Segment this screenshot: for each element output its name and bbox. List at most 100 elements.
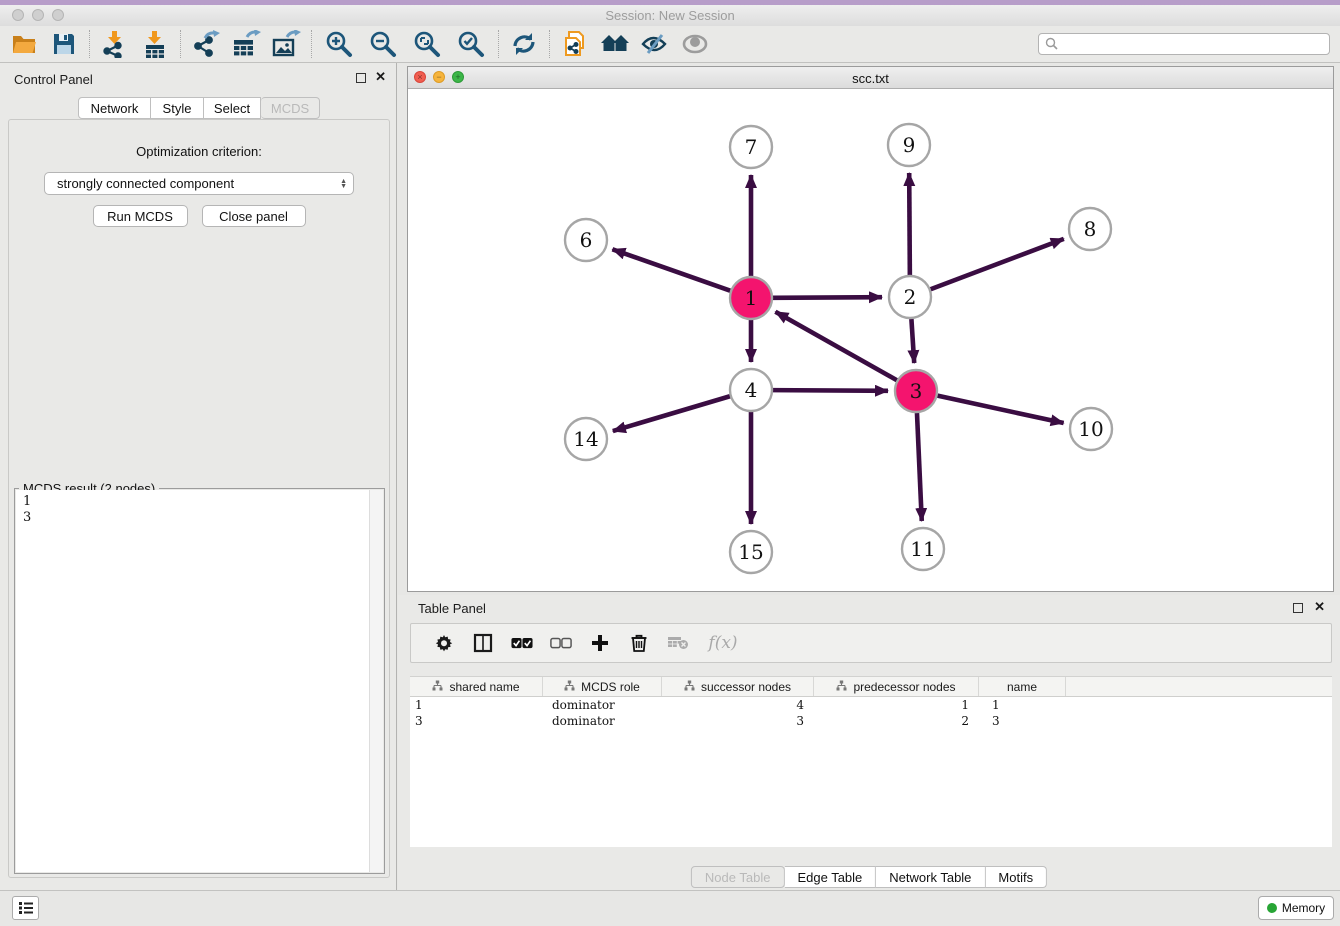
node-label: 2 [904, 285, 917, 309]
tab-network[interactable]: Network [78, 97, 151, 119]
toolbar-divider [89, 30, 90, 58]
edge-1-to-6[interactable] [612, 249, 730, 290]
close-panel-button[interactable]: Close panel [202, 205, 306, 227]
table-cell[interactable]: 3 [979, 713, 1066, 729]
network-graph[interactable]: 7 9 6 8 1 2 4 3 14 10 15 11 [408, 89, 1333, 591]
tab-node-table[interactable]: Node Table [691, 866, 785, 888]
toolbar-search [1038, 33, 1330, 55]
search-input[interactable] [1038, 33, 1330, 55]
apply-layout-icon[interactable] [504, 28, 544, 60]
tab-style[interactable]: Style [151, 97, 204, 119]
graph-node-15[interactable]: 15 [730, 531, 772, 573]
zoom-fit-icon[interactable] [405, 28, 449, 60]
home-icon[interactable] [595, 28, 635, 60]
node-table: shared name MCDS rolesuccessor nodesprede… [410, 676, 1332, 847]
optimization-criterion-select[interactable]: strongly connected component ▲▼ [44, 172, 354, 195]
memory-label: Memory [1282, 901, 1325, 915]
edge-3-to-10[interactable] [937, 396, 1063, 423]
edge-2-to-8[interactable] [931, 239, 1064, 289]
tab-mcds[interactable]: MCDS [261, 97, 320, 119]
edge-4-to-14[interactable] [613, 396, 730, 431]
export-image-icon[interactable] [266, 28, 306, 60]
task-history-button[interactable] [12, 896, 39, 920]
float-table-panel-icon[interactable] [1293, 603, 1303, 613]
app-titlebar[interactable]: Session: New Session [0, 5, 1340, 26]
export-table-icon[interactable] [226, 28, 266, 60]
column-header-successor-nodes[interactable]: successor nodes [662, 677, 814, 696]
edge-2-to-9[interactable] [909, 173, 910, 275]
select-all-columns-icon[interactable] [511, 632, 533, 654]
mcds-tab-content: Optimization criterion: strongly connect… [8, 119, 390, 878]
mcds-result-item[interactable]: 3 [23, 510, 369, 526]
tab-select[interactable]: Select [204, 97, 261, 119]
dropdown-stepper-icon: ▲▼ [340, 179, 347, 189]
import-network-icon[interactable] [95, 28, 135, 60]
table-cell[interactable]: 2 [814, 713, 979, 729]
add-column-icon[interactable] [589, 632, 611, 654]
control-panel-tabs: NetworkStyleSelectMCDS [78, 97, 320, 119]
table-row[interactable]: 1dominator411 [410, 697, 1332, 713]
column-header-predecessor-nodes[interactable]: predecessor nodes [814, 677, 979, 696]
table-cell[interactable]: 3 [662, 713, 814, 729]
settings-gear-icon[interactable] [433, 632, 455, 654]
result-scrollbar[interactable] [369, 490, 383, 872]
graph-node-11[interactable]: 11 [902, 528, 944, 570]
mcds-result-list[interactable]: 13 [16, 490, 369, 872]
tab-network-table[interactable]: Network Table [876, 866, 985, 888]
graph-node-10[interactable]: 10 [1070, 408, 1112, 450]
zoom-in-icon[interactable] [317, 28, 361, 60]
network-window-titlebar[interactable]: × − + scc.txt [408, 67, 1333, 89]
graph-node-2[interactable]: 2 [889, 276, 931, 318]
table-cell[interactable]: 4 [662, 697, 814, 713]
column-layout-icon[interactable] [472, 632, 494, 654]
open-session-icon[interactable] [4, 28, 44, 60]
graph-node-8[interactable]: 8 [1069, 208, 1111, 250]
edge-2-to-3[interactable] [911, 319, 914, 363]
delete-table-icon[interactable] [667, 632, 689, 654]
graph-node-3[interactable]: 3 [895, 370, 937, 412]
zoom-selected-icon[interactable] [449, 28, 493, 60]
deselect-all-columns-icon[interactable] [550, 632, 572, 654]
save-session-icon[interactable] [44, 28, 84, 60]
column-header-name[interactable]: name [979, 677, 1066, 696]
tab-motifs[interactable]: Motifs [985, 866, 1047, 888]
table-row[interactable]: 3dominator323 [410, 713, 1332, 729]
graph-node-1[interactable]: 1 [730, 277, 772, 319]
column-header-shared-name[interactable]: shared name [410, 677, 543, 696]
column-header-MCDS-role[interactable]: MCDS role [543, 677, 662, 696]
toggle-node-visibility-icon[interactable] [635, 28, 675, 60]
column-header-label: shared name [449, 680, 519, 694]
run-mcds-button[interactable]: Run MCDS [93, 205, 188, 227]
graph-node-9[interactable]: 9 [888, 124, 930, 166]
mcds-result-item[interactable]: 1 [23, 494, 369, 510]
graph-node-7[interactable]: 7 [730, 126, 772, 168]
tab-edge-table[interactable]: Edge Table [784, 866, 876, 888]
show-graphics-details-icon[interactable] [675, 28, 715, 60]
edge-1-to-2[interactable] [773, 297, 882, 298]
clone-network-icon[interactable] [555, 28, 595, 60]
graph-node-4[interactable]: 4 [730, 369, 772, 411]
table-cell[interactable]: dominator [543, 697, 662, 713]
float-panel-icon[interactable] [356, 73, 366, 83]
table-cell[interactable]: 1 [410, 697, 543, 713]
edge-3-to-11[interactable] [917, 413, 922, 521]
graph-node-14[interactable]: 14 [565, 418, 607, 460]
network-canvas[interactable]: 7 9 6 8 1 2 4 3 14 10 15 11 [408, 89, 1333, 591]
edge-4-to-3[interactable] [773, 390, 888, 391]
control-panel: Control Panel ✕ NetworkStyleSelectMCDS O… [0, 63, 397, 890]
edge-3-to-1[interactable] [775, 312, 896, 380]
table-cell[interactable]: dominator [543, 713, 662, 729]
close-panel-icon[interactable]: ✕ [375, 69, 386, 85]
table-cell[interactable]: 1 [814, 697, 979, 713]
graph-node-6[interactable]: 6 [565, 219, 607, 261]
zoom-out-icon[interactable] [361, 28, 405, 60]
table-cell[interactable]: 3 [410, 713, 543, 729]
import-table-icon[interactable] [135, 28, 175, 60]
memory-button[interactable]: Memory [1258, 896, 1334, 920]
delete-column-icon[interactable] [628, 632, 650, 654]
toolbar-divider [311, 30, 312, 58]
function-builder-icon[interactable]: f(x) [706, 632, 740, 654]
close-table-panel-icon[interactable]: ✕ [1314, 599, 1325, 615]
table-cell[interactable]: 1 [979, 697, 1066, 713]
export-network-icon[interactable] [186, 28, 226, 60]
